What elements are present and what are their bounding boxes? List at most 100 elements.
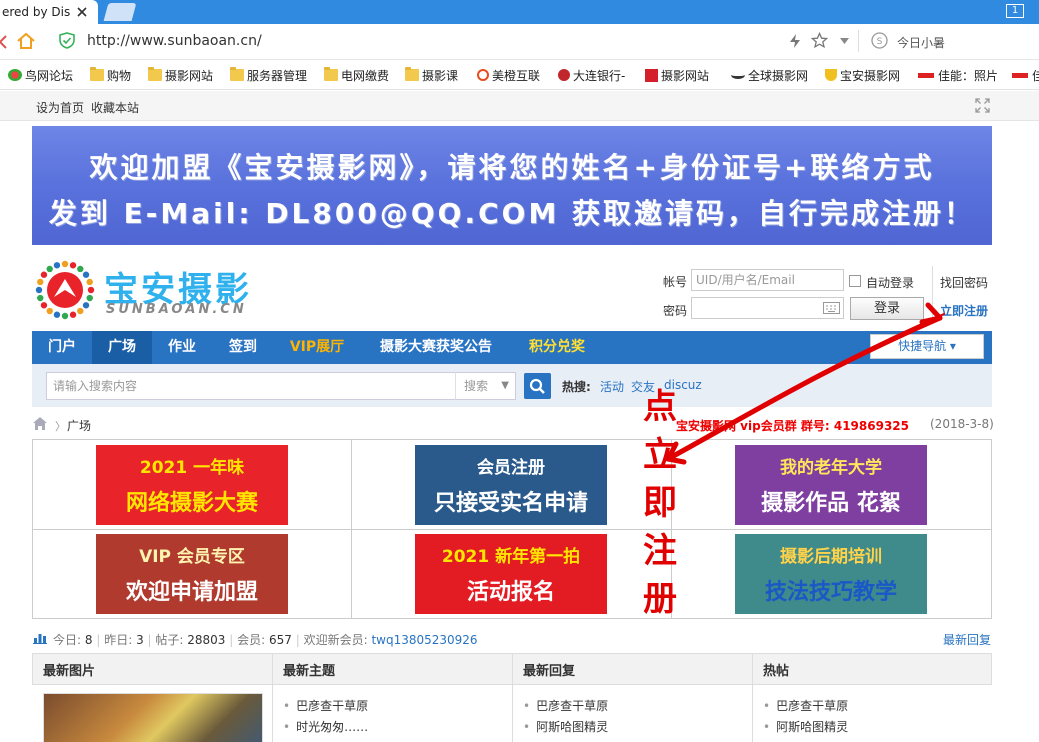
- bookmark-item[interactable]: 佳能：照片: [918, 66, 998, 84]
- column-title-hot-posts: 热帖: [763, 664, 790, 679]
- search-icon[interactable]: [524, 373, 551, 399]
- list-item[interactable]: 巴彦查干草原: [523, 697, 608, 714]
- close-icon[interactable]: [74, 4, 90, 20]
- breadcrumb[interactable]: 广场: [67, 417, 91, 434]
- column-title-latest-images: 最新图片: [43, 664, 96, 679]
- divider: [512, 653, 513, 742]
- nav-item-contest-results[interactable]: 摄影大赛获奖公告: [362, 331, 510, 364]
- nav-item-homework[interactable]: 作业: [152, 331, 212, 364]
- search-input[interactable]: 请输入搜索内容: [46, 372, 456, 400]
- bookmark-item[interactable]: 美橙互联: [477, 66, 540, 84]
- bookmark-item[interactable]: 摄影网站: [645, 66, 709, 84]
- tile-subtitle: 摄影作品 花絮: [761, 491, 901, 516]
- auto-login-label[interactable]: 自动登录: [866, 274, 914, 291]
- feature-tile[interactable]: VIP 会员专区 欢迎申请加盟: [96, 534, 288, 614]
- tile-title: 会员注册: [477, 458, 545, 478]
- fullscreen-icon[interactable]: [975, 98, 990, 113]
- breadcrumb-separator: 〉: [55, 420, 66, 433]
- bolt-icon[interactable]: [788, 33, 802, 49]
- find-password-link[interactable]: 找回密码: [940, 274, 988, 291]
- list-item[interactable]: 巴彦查干草原: [283, 697, 368, 714]
- list-item[interactable]: 阿斯哈图精灵: [763, 718, 848, 735]
- set-homepage-link[interactable]: 设为首页: [36, 99, 84, 116]
- auto-login-checkbox[interactable]: [849, 275, 861, 287]
- bookmark-item[interactable]: 全球摄影网: [731, 66, 808, 84]
- feature-tile[interactable]: 摄影后期培训 技法技巧教学: [735, 534, 927, 614]
- trophy-icon: [825, 69, 837, 81]
- invite-banner[interactable]: 欢迎加盟《宝安摄影网》，请将您的姓名+身份证号+联络方式 发到 E-Mail: …: [32, 126, 992, 245]
- latest-image-thumbnail[interactable]: [43, 693, 263, 742]
- back-icon[interactable]: [0, 35, 8, 49]
- latest-reply-link[interactable]: 最新回复: [943, 631, 991, 648]
- bookmark-item[interactable]: 鸟网论坛: [8, 66, 73, 84]
- folder-icon: [148, 67, 162, 81]
- globe-icon: [731, 71, 745, 79]
- bookmark-item[interactable]: 大连银行-: [558, 66, 625, 84]
- hot-search-link[interactable]: 活动: [600, 378, 624, 395]
- bookmark-item[interactable]: 佳: [1012, 66, 1039, 84]
- svg-text:S: S: [877, 37, 883, 47]
- divider: [752, 653, 753, 742]
- photo-site-icon: [645, 68, 658, 82]
- bank-icon: [558, 69, 570, 81]
- chevron-down-icon[interactable]: [840, 38, 849, 44]
- home-icon[interactable]: [33, 417, 47, 430]
- bookmark-item[interactable]: 电网缴费: [324, 66, 389, 84]
- banner-text-line2: 发到 E-Mail: DL800@QQ.COM 获取邀请码，自行完成注册！: [48, 197, 976, 230]
- feature-tile[interactable]: 会员注册 只接受实名申请: [415, 445, 607, 525]
- logo-dot: [53, 311, 61, 318]
- logo-dot: [40, 271, 48, 278]
- search-type-select[interactable]: 搜索 ▼: [455, 372, 516, 400]
- annotation-char: 点: [643, 387, 677, 427]
- home-icon[interactable]: [16, 31, 36, 51]
- list-item[interactable]: 时光匆匆……: [283, 718, 368, 735]
- keyboard-icon[interactable]: [823, 302, 840, 314]
- bookmark-item[interactable]: 宝安摄影网: [825, 66, 900, 84]
- banner-text-line1: 欢迎加盟《宝安摄影网》，请将您的姓名+身份证号+联络方式: [89, 151, 935, 184]
- logo-dot: [82, 271, 90, 278]
- logo-dot: [37, 294, 44, 302]
- folder-icon: [90, 67, 104, 81]
- new-member-link[interactable]: twq13805230926: [371, 633, 477, 647]
- account-input[interactable]: UID/用户名/Email: [691, 269, 844, 291]
- feature-tile[interactable]: 我的老年大学 摄影作品 花絮: [735, 445, 927, 525]
- yesterday-count: 3: [136, 633, 144, 647]
- annotation-char: 册: [643, 579, 677, 619]
- nav-item-portal[interactable]: 门户: [32, 331, 92, 364]
- bookmark-item[interactable]: 摄影网站: [148, 66, 213, 84]
- nav-item-plaza[interactable]: 广场: [92, 331, 152, 364]
- sogou-icon[interactable]: S: [871, 32, 888, 49]
- folder-icon: [405, 67, 419, 81]
- list-item[interactable]: 巴彦查干草原: [763, 697, 848, 714]
- bookmark-item[interactable]: 购物: [90, 66, 131, 84]
- bookmark-item[interactable]: 摄影课: [405, 66, 458, 84]
- nav-item-points-redeem[interactable]: 积分兑奖: [512, 331, 602, 364]
- logo-dot: [46, 307, 53, 315]
- quick-nav-dropdown[interactable]: 快捷导航 ▾: [870, 334, 984, 359]
- logo-emblem-icon[interactable]: [34, 259, 96, 321]
- weather-text[interactable]: 今日小暑: [897, 34, 945, 51]
- nav-item-checkin[interactable]: 签到: [212, 331, 274, 364]
- login-button[interactable]: 登录: [850, 297, 924, 320]
- register-now-link[interactable]: 立即注册: [940, 302, 988, 319]
- tab-counter[interactable]: 1: [1006, 4, 1024, 18]
- shield-icon[interactable]: [59, 32, 75, 49]
- feature-tile[interactable]: 2021 一年味 网络摄影大赛: [96, 445, 288, 525]
- new-tab-button[interactable]: [103, 3, 137, 21]
- logo-dot: [37, 278, 44, 286]
- divider: [932, 266, 933, 321]
- logo-dot: [40, 302, 48, 309]
- nav-item-vip-hall[interactable]: VIP展厅: [276, 331, 358, 364]
- list-item[interactable]: 阿斯哈图精灵: [523, 718, 608, 735]
- tile-title: VIP 会员专区: [139, 547, 245, 567]
- site-top-bar: [0, 91, 1039, 121]
- feature-tile[interactable]: 2021 新年第一拍 活动报名: [415, 534, 607, 614]
- logo-domain-text: SUNBAOAN.CN: [106, 302, 247, 317]
- password-input[interactable]: [691, 297, 844, 319]
- annotation-char: 立: [643, 435, 677, 475]
- star-icon[interactable]: [811, 32, 828, 49]
- logo-dot: [35, 286, 43, 294]
- add-favorite-link[interactable]: 收藏本站: [91, 99, 139, 116]
- url-input[interactable]: http://www.sunbaoan.cn/: [87, 33, 262, 49]
- bookmark-item[interactable]: 服务器管理: [230, 66, 307, 84]
